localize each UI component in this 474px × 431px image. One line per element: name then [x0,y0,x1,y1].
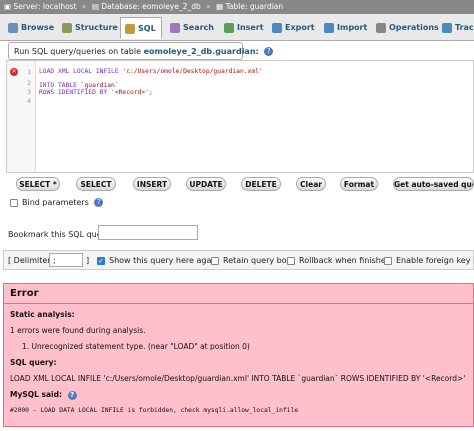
breadcrumb-separator: » [81,2,87,11]
foreign-key-option[interactable]: Enable foreign key checks [384,256,473,265]
bind-parameters-option[interactable]: Bind parameters ? [10,198,104,207]
select-star-button[interactable]: SELECT * [16,177,60,191]
help-icon[interactable]: ? [94,198,104,207]
error-marker-icon: ✕ [10,68,18,76]
bookmark-input[interactable] [98,225,198,240]
failed-sql-query: LOAD XML LOCAL INFILE 'c:/Users/omole/De… [10,374,466,383]
mysql-said-heading: MySQL said: ? [10,390,77,400]
clear-button[interactable]: Clear [296,177,326,191]
insert-icon [224,22,234,33]
tab-tracking[interactable]: Track [438,17,474,39]
errors-found-text: 1 errors were found during analysis. [10,326,146,335]
sql-query-heading: SQL query: [10,358,57,367]
tab-sql[interactable]: SQL [120,17,162,39]
query-options-row: [ Delimiter ; ] ✓ Show this query here ag… [3,250,474,270]
tab-operations[interactable]: Operations [372,17,439,39]
tab-structure[interactable]: Structure [58,17,118,39]
format-button[interactable]: Format [340,177,378,191]
line-number: 3 [27,88,31,96]
breadcrumb: ▣ Server: localhost » ▤ Database: eomole… [0,0,474,14]
line-number: 4 [27,97,31,105]
breadcrumb-separator: » [206,2,211,11]
structure-icon [62,22,72,33]
query-button-row: SELECT * SELECT INSERT UPDATE DELETE Cle… [0,177,474,191]
query-panel-title: Run SQL query/queries on table eomoleye_… [8,42,274,60]
line-gutter: ✕ 1 2 3 4 [7,61,36,172]
help-icon[interactable]: ? [67,390,77,400]
delimiter-label: [ Delimiter [8,256,51,265]
get-auto-saved-query-button[interactable]: Get auto-saved query [393,177,474,191]
line-number: 1 [27,68,31,76]
import-icon [324,22,334,33]
help-icon[interactable]: ? [264,47,274,56]
mysql-error-message: #2000 - LOAD DATA LOCAL INFILE is forbid… [10,407,299,414]
line-number: 2 [27,79,31,87]
export-icon [272,22,282,33]
error-title: Error [4,284,473,304]
tab-import[interactable]: Import [320,17,368,39]
foreign-key-checkbox[interactable] [384,256,392,265]
table-icon: ▦ [216,2,224,11]
breadcrumb-table[interactable]: Table: guardian [226,2,284,11]
show-query-option[interactable]: ✓ Show this query here again [97,256,219,265]
operations-icon [376,22,386,33]
bookmark-label: Bookmark this SQL query: [8,230,112,239]
error-panel: Error Static analysis: 1 errors were fou… [3,283,474,427]
tab-bar: Browse Structure SQL Search Insert Expor… [0,14,474,41]
check-icon[interactable]: ✓ [97,256,105,265]
retain-query-box-option[interactable]: Retain query box [211,256,291,265]
delimiter-input[interactable]: ; [49,253,83,267]
query-panel-table: eomoleye_2_db.guardian: [143,47,259,56]
code-line: ROWS IDENTIFIED BY '<Record>'; [39,89,153,96]
code-line: INTO TABLE `guardian` [39,82,119,89]
code-line: LOAD XML LOCAL INFILE 'c:/Users/omole/De… [39,68,263,75]
rollback-checkbox[interactable] [287,256,295,265]
tab-search[interactable]: Search [166,17,214,39]
tracking-icon [442,22,452,33]
breadcrumb-database[interactable]: Database: eomoleye_2_db [101,2,200,11]
bind-parameters-checkbox[interactable] [10,198,18,207]
tab-export[interactable]: Export [268,17,315,39]
rollback-option[interactable]: Rollback when finished [287,256,391,265]
error-item: 1. Unrecognized statement type. (near "L… [22,342,250,351]
sql-icon [125,23,135,34]
insert-button[interactable]: INSERT [133,177,171,191]
select-button[interactable]: SELECT [76,177,116,191]
database-icon: ▤ [91,2,99,11]
server-icon: ▣ [4,2,12,11]
update-button[interactable]: UPDATE [186,177,226,191]
static-analysis-heading: Static analysis: [10,310,75,319]
sql-editor[interactable]: ✕ 1 2 3 4 LOAD XML LOCAL INFILE 'c:/User… [6,60,474,173]
search-icon [170,22,180,33]
delete-button[interactable]: DELETE [241,177,281,191]
browse-icon [8,22,18,33]
retain-query-box-checkbox[interactable] [211,256,219,265]
tab-insert[interactable]: Insert [220,17,264,39]
delimiter-close: ] [86,256,90,265]
breadcrumb-server[interactable]: Server: localhost [13,2,76,11]
tab-browse[interactable]: Browse [4,17,54,39]
